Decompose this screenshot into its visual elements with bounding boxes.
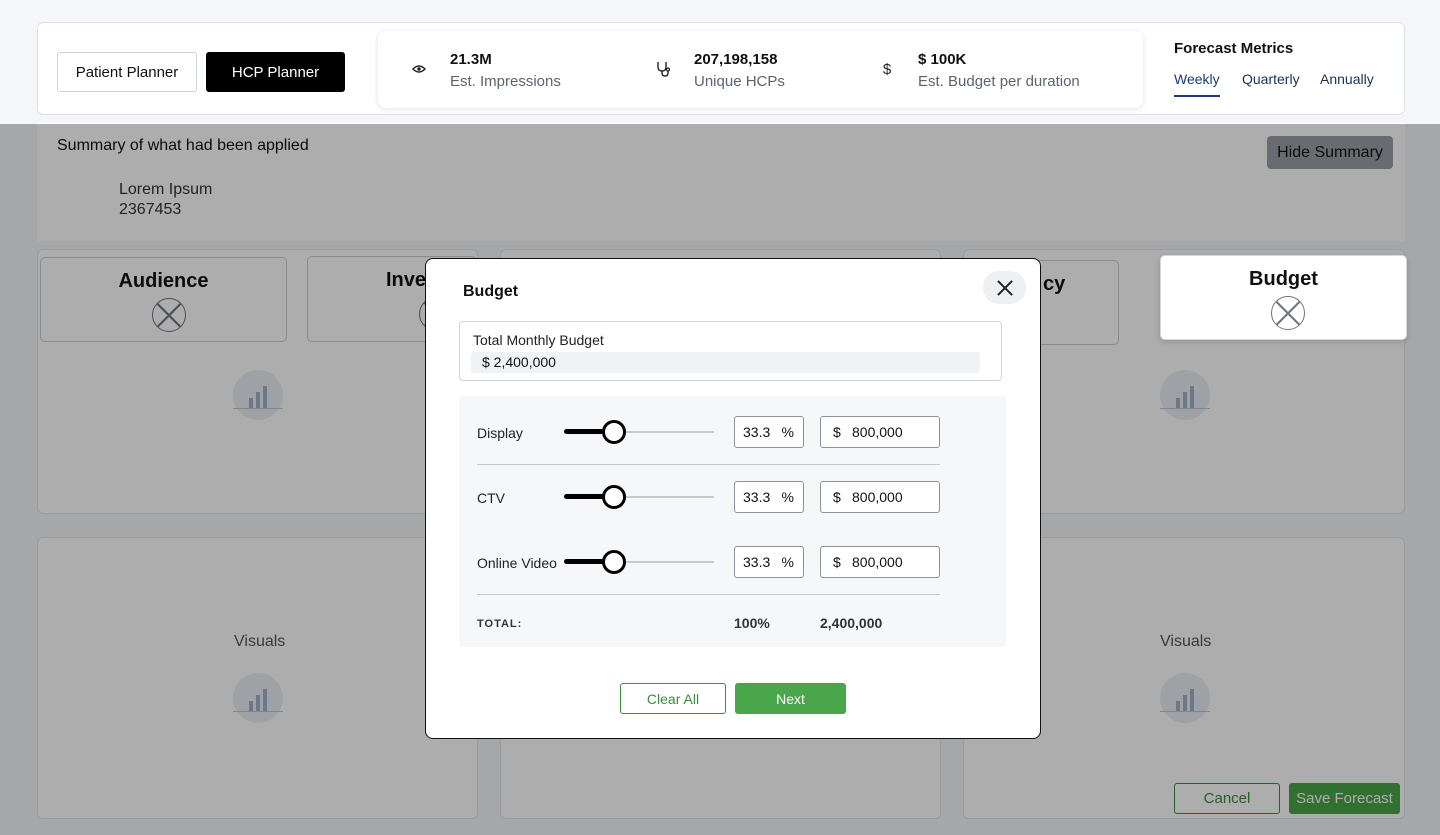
modal-title: Budget: [463, 283, 519, 300]
impressions-label: Est. Impressions: [450, 73, 561, 90]
stats-panel: 21.3M Est. Impressions 207,198,158 Uniqu…: [378, 31, 1143, 108]
ctv-label: CTV: [477, 490, 505, 506]
budget-value: $ 100K: [918, 51, 967, 68]
remove-circle-icon[interactable]: [1271, 296, 1305, 330]
slider-handle[interactable]: [601, 550, 626, 574]
online-video-amount-input[interactable]: $800,000: [820, 546, 940, 578]
total-monthly-budget: Total Monthly Budget $ 2,400,000: [459, 321, 1002, 381]
online-video-label: Online Video: [477, 555, 557, 571]
total-monthly-budget-label: Total Monthly Budget: [473, 332, 604, 348]
display-percent-input[interactable]: 33.3%: [734, 416, 804, 448]
budget-card[interactable]: Budget: [1160, 255, 1407, 340]
display-amount-input[interactable]: $800,000: [820, 416, 940, 448]
online-video-slider[interactable]: [564, 550, 714, 574]
eye-icon: [410, 60, 428, 78]
ctv-amount-input[interactable]: $800,000: [820, 481, 940, 513]
slider-handle[interactable]: [601, 485, 626, 509]
total-percent: 100%: [734, 615, 770, 631]
ctv-slider[interactable]: [564, 485, 714, 509]
budget-modal: Budget Total Monthly Budget $ 2,400,000 …: [425, 258, 1041, 739]
stethoscope-icon: [654, 60, 672, 78]
total-monthly-budget-input[interactable]: $ 2,400,000: [471, 352, 980, 373]
hcp-planner-button[interactable]: HCP Planner: [206, 52, 345, 92]
online-video-percent-input[interactable]: 33.3%: [734, 546, 804, 578]
dollar-icon: $: [882, 60, 892, 78]
hcps-label: Unique HCPs: [694, 73, 785, 90]
tab-weekly[interactable]: Weekly: [1174, 71, 1220, 97]
patient-planner-button[interactable]: Patient Planner: [57, 52, 197, 92]
total-amount: 2,400,000: [820, 615, 883, 631]
next-button[interactable]: Next: [735, 683, 846, 714]
display-label: Display: [477, 425, 523, 441]
hcps-value: 207,198,158: [694, 51, 778, 68]
clear-all-button[interactable]: Clear All: [620, 683, 726, 714]
slider-handle[interactable]: [601, 420, 626, 444]
budget-label: Est. Budget per duration: [918, 73, 1080, 90]
divider: [477, 594, 940, 595]
tab-annually[interactable]: Annually: [1320, 71, 1374, 95]
display-slider[interactable]: [564, 420, 714, 444]
top-header: Patient Planner HCP Planner 21.3M Est. I…: [37, 22, 1405, 115]
forecast-metrics-title: Forecast Metrics: [1174, 40, 1294, 57]
close-icon[interactable]: [983, 271, 1026, 304]
allocation-panel: Display 33.3% $800,000 CTV 33.3% $800,00…: [459, 396, 1006, 647]
budget-card-title: Budget: [1249, 268, 1318, 290]
ctv-percent-input[interactable]: 33.3%: [734, 481, 804, 513]
total-label: TOTAL:: [477, 618, 523, 630]
tab-quarterly[interactable]: Quarterly: [1242, 71, 1300, 95]
impressions-value: 21.3M: [450, 51, 492, 68]
divider: [477, 464, 940, 465]
